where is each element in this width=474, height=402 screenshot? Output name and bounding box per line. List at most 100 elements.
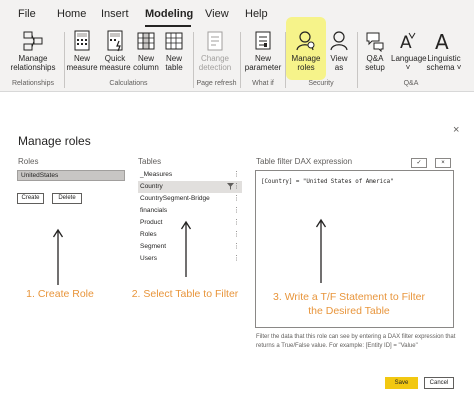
change-detection-icon [207, 31, 223, 51]
view-as-button[interactable]: View as [325, 30, 353, 72]
role-name: UnitedStates [21, 172, 59, 179]
language-label-2: ˅ [405, 63, 411, 72]
quick-measure-label-2: measure [99, 63, 131, 72]
qa-setup-label-1: Q&A [366, 54, 384, 63]
new-parameter-label-1: New [254, 54, 271, 63]
group-label-what-if: What if [252, 80, 274, 87]
group-label-calculations: Calculations [109, 80, 148, 87]
ribbon: File Home Insert Modeling View Help Mana… [0, 0, 474, 92]
language-label-1: Language [391, 54, 427, 63]
relationships-icon [23, 31, 43, 51]
tab-modeling[interactable]: Modeling [145, 8, 193, 20]
linguistic-schema-label-1: Linguistic [427, 54, 461, 63]
qa-icon [366, 32, 384, 52]
manage-relationships-label-1: Manage [18, 54, 48, 63]
group-separator [64, 32, 65, 88]
table-name: financials [140, 207, 168, 214]
linguistic-schema-label-2: schema ˅ [426, 63, 462, 72]
more-options-icon[interactable]: ⋮ [233, 241, 240, 253]
parameter-icon [255, 31, 271, 50]
tab-home[interactable]: Home [57, 8, 86, 20]
new-measure-label-1: New [73, 54, 90, 63]
annotation-step-1: 1. Create Role [26, 288, 94, 300]
table-item-financials[interactable]: financials ⋮ [138, 205, 242, 217]
tab-view[interactable]: View [205, 8, 229, 20]
tab-file[interactable]: File [18, 8, 36, 20]
manage-roles-button[interactable]: Manage roles [287, 30, 325, 72]
change-detection-label-1: Change [200, 54, 230, 63]
tab-insert[interactable]: Insert [101, 8, 129, 20]
table-name: Country [140, 183, 163, 190]
new-parameter-button[interactable]: New parameter [243, 30, 283, 72]
new-table-label-2: table [165, 63, 183, 72]
linguistic-schema-button[interactable]: A Linguistic schema ˅ [425, 30, 463, 72]
new-parameter-label-2: parameter [244, 63, 282, 72]
tab-help[interactable]: Help [245, 8, 268, 20]
qa-setup-label-2: setup [365, 63, 385, 72]
table-name: Roles [140, 231, 157, 238]
cancel-expression-icon[interactable]: × [435, 158, 451, 168]
new-table-label-1: New [165, 54, 182, 63]
new-measure-button[interactable]: New measure [66, 30, 98, 72]
group-label-page-refresh: Page refresh [196, 80, 237, 87]
view-as-label-2: as [334, 63, 344, 72]
language-icon: A [400, 32, 416, 52]
more-options-icon[interactable]: ⋮ [233, 229, 240, 241]
manage-relationships-label-2: relationships [10, 63, 56, 72]
manage-relationships-button[interactable]: Manage relationships [4, 30, 62, 72]
roles-header: Roles [18, 157, 39, 166]
role-item-selected[interactable]: UnitedStates [17, 170, 125, 181]
quick-measure-button[interactable]: Quick measure [98, 30, 132, 72]
save-button[interactable]: Save [385, 377, 418, 389]
more-options-icon[interactable]: ⋮ [233, 193, 240, 205]
cancel-button[interactable]: Cancel [424, 377, 454, 389]
manage-roles-label-1: Manage [291, 54, 321, 63]
dax-hint-text: Filter the data that this role can see b… [256, 334, 456, 349]
annotation-arrow-2 [180, 220, 192, 277]
tables-header: Tables [138, 157, 162, 166]
group-label-relationships: Relationships [11, 80, 55, 87]
more-options-icon[interactable]: ⋮ [233, 181, 240, 193]
table-item-countrysegment-bridge[interactable]: CountrySegment-Bridge ⋮ [138, 193, 242, 205]
group-separator [240, 32, 241, 88]
table-item-country[interactable]: Country ⋮ [138, 181, 242, 193]
annotation-step-3: 3. Write a T/F Statement to Filter the D… [258, 290, 440, 318]
group-separator [357, 32, 358, 88]
delete-role-button[interactable]: Delete [52, 193, 82, 204]
manage-roles-icon [296, 31, 315, 51]
column-icon [137, 32, 155, 50]
new-column-button[interactable]: New column [131, 30, 161, 72]
create-role-button[interactable]: Create [17, 193, 44, 204]
more-options-icon[interactable]: ⋮ [233, 169, 240, 181]
quick-measure-label-1: Quick [104, 54, 126, 63]
new-table-button[interactable]: New table [161, 30, 187, 72]
annotation-arrow-1 [52, 228, 64, 285]
dax-header: Table filter DAX expression [256, 157, 353, 166]
calculator-icon [74, 30, 90, 51]
more-options-icon[interactable]: ⋮ [233, 217, 240, 229]
table-item-measures[interactable]: _Measures ⋮ [138, 169, 242, 181]
table-name: Users [140, 255, 157, 262]
svg-text:A: A [435, 30, 449, 52]
close-icon[interactable]: × [453, 124, 459, 136]
change-detection-label-2: detection [198, 63, 232, 72]
new-column-label-2: column [133, 63, 159, 72]
group-label-security: Security [308, 80, 334, 87]
change-detection-button[interactable]: Change detection [195, 30, 235, 72]
check-icon[interactable]: ✓ [411, 158, 427, 168]
more-options-icon[interactable]: ⋮ [233, 253, 240, 265]
qa-setup-button[interactable]: Q&A setup [359, 30, 391, 72]
ribbon-tabs: File Home Insert Modeling View Help [0, 0, 474, 27]
dialog-title: Manage roles [18, 134, 91, 148]
new-column-label-1: New [137, 54, 154, 63]
table-name: _Measures [140, 171, 173, 178]
language-button[interactable]: A Language ˅ [391, 30, 427, 72]
linguistic-schema-icon: A [435, 30, 449, 52]
quick-calculator-icon [107, 30, 123, 52]
annotation-arrow-3 [315, 218, 327, 283]
group-separator [285, 32, 286, 88]
new-measure-label-2: measure [66, 63, 98, 72]
group-label-qa: Q&A [403, 80, 419, 87]
more-options-icon[interactable]: ⋮ [233, 205, 240, 217]
table-name: CountrySegment-Bridge [140, 195, 210, 202]
